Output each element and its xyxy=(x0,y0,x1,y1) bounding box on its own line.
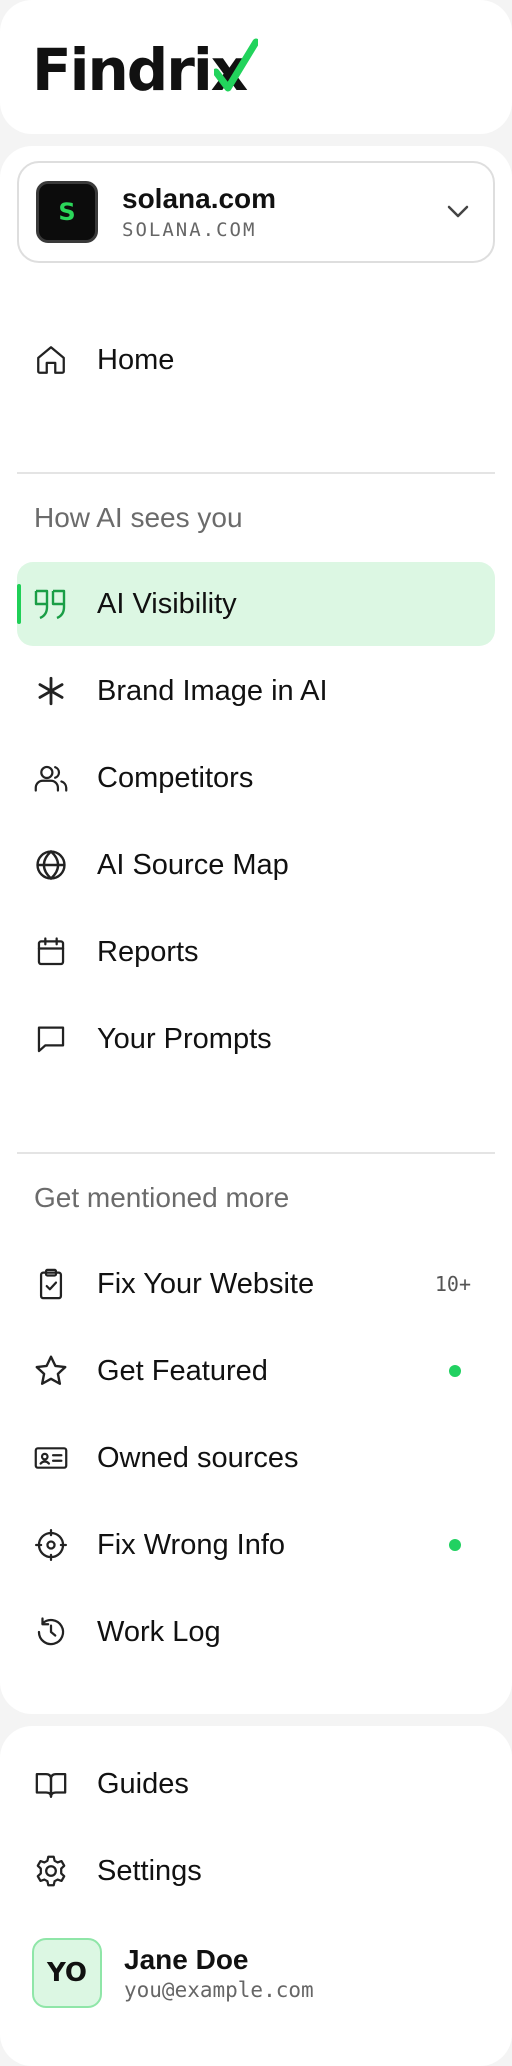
sidebar-item-label: Brand Image in AI xyxy=(97,674,328,707)
site-avatar: S xyxy=(36,181,98,243)
divider xyxy=(17,1152,495,1154)
gear-icon xyxy=(31,1851,71,1891)
sidebar-item-your-prompts[interactable]: Your Prompts xyxy=(17,997,495,1081)
star-icon xyxy=(31,1351,71,1391)
count-badge: 10+ xyxy=(434,1272,471,1296)
sidebar-item-competitors[interactable]: Competitors xyxy=(17,736,495,820)
sidebar-item-owned-sources[interactable]: Owned sources xyxy=(17,1416,495,1500)
active-indicator xyxy=(17,584,21,624)
sidebar-item-brand-image[interactable]: Brand Image in AI xyxy=(17,649,495,733)
target-icon xyxy=(31,1525,71,1565)
sidebar-item-home[interactable]: Home xyxy=(17,318,495,402)
divider xyxy=(17,472,495,474)
sidebar-item-label: Fix Your Website xyxy=(97,1267,315,1300)
avatar: YO xyxy=(32,1938,102,2008)
quote-icon xyxy=(31,584,71,624)
brand-logo[interactable]: Findrix xyxy=(32,38,259,99)
status-dot xyxy=(449,1365,461,1377)
logo-card: Findrix xyxy=(0,0,512,134)
sidebar-item-label: AI Visibility xyxy=(97,587,237,620)
checkmark-icon xyxy=(214,38,259,92)
user-name: Jane Doe xyxy=(124,1944,249,1975)
sidebar-item-ai-visibility[interactable]: AI Visibility xyxy=(17,562,495,646)
sidebar-item-label: Your Prompts xyxy=(97,1022,272,1055)
sidebar-item-reports[interactable]: Reports xyxy=(17,910,495,994)
user-email: you@example.com xyxy=(124,1978,314,2002)
sidebar-item-fix-wrong-info[interactable]: Fix Wrong Info xyxy=(17,1503,495,1587)
book-icon xyxy=(31,1764,71,1804)
sidebar-item-label: Guides xyxy=(97,1767,189,1800)
sidebar-item-label: Reports xyxy=(97,935,199,968)
site-selector[interactable]: S solana.com SOLANA.COM xyxy=(17,161,495,263)
sidebar-item-label: Get Featured xyxy=(97,1354,268,1387)
user-texts: Jane Doe you@example.com xyxy=(124,1944,314,2002)
id-card-icon xyxy=(31,1438,71,1478)
sidebar-item-ai-source-map[interactable]: AI Source Map xyxy=(17,823,495,907)
section-title-ai: How AI sees you xyxy=(34,502,243,533)
sidebar-nav: S solana.com SOLANA.COM Home How AI sees… xyxy=(0,146,512,1714)
site-texts: solana.com SOLANA.COM xyxy=(122,183,447,241)
site-name: solana.com xyxy=(122,183,277,214)
sidebar-item-label: Home xyxy=(97,343,175,376)
sidebar-item-fix-website[interactable]: Fix Your Website 10+ xyxy=(17,1242,495,1326)
sidebar-item-settings[interactable]: Settings xyxy=(17,1829,495,1913)
message-square-icon xyxy=(31,1019,71,1059)
clipboard-check-icon xyxy=(31,1264,71,1304)
globe-icon xyxy=(31,845,71,885)
status-dot xyxy=(449,1539,461,1551)
sidebar-footer: Guides Settings YO Jane Doe you@example.… xyxy=(0,1726,512,2066)
site-domain: SOLANA.COM xyxy=(122,219,257,241)
calendar-icon xyxy=(31,932,71,972)
sidebar-item-label: Competitors xyxy=(97,761,254,794)
section-title-mentions: Get mentioned more xyxy=(34,1182,290,1213)
sidebar-item-label: Owned sources xyxy=(97,1441,299,1474)
sidebar-item-label: Fix Wrong Info xyxy=(97,1528,286,1561)
sidebar-item-label: Settings xyxy=(97,1854,202,1887)
sidebar-item-label: AI Source Map xyxy=(97,848,289,881)
sidebar-item-label: Work Log xyxy=(97,1615,221,1648)
users-icon xyxy=(31,758,71,798)
home-icon xyxy=(31,340,71,380)
user-profile[interactable]: YO Jane Doe you@example.com xyxy=(32,1937,314,2009)
sidebar-item-get-featured[interactable]: Get Featured xyxy=(17,1329,495,1413)
history-icon xyxy=(31,1612,71,1652)
sidebar-item-work-log[interactable]: Work Log xyxy=(17,1590,495,1674)
asterisk-icon xyxy=(31,671,71,711)
sidebar-item-guides[interactable]: Guides xyxy=(17,1742,495,1826)
chevron-down-icon xyxy=(447,205,469,218)
